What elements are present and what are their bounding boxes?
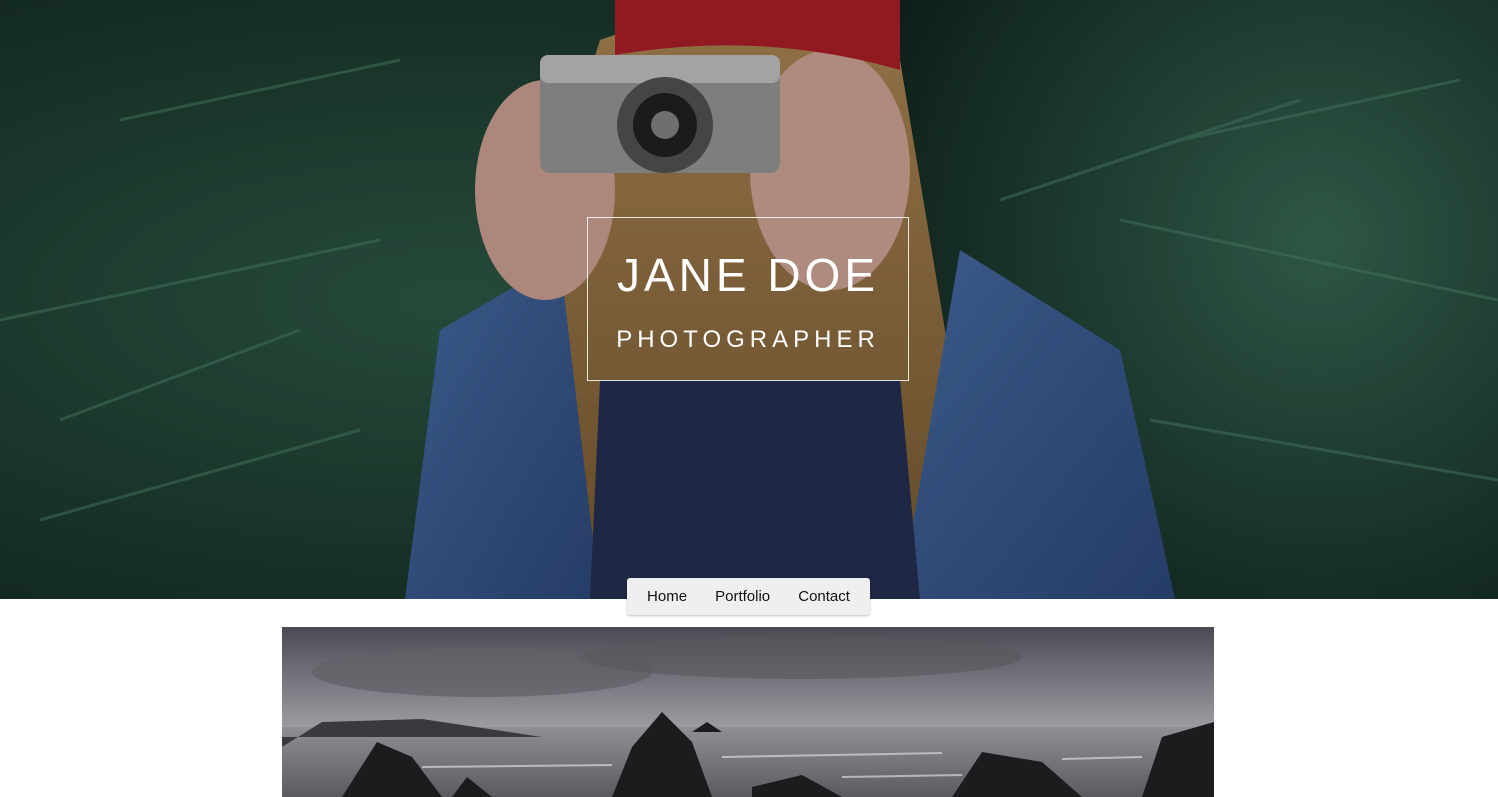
hero-title-box: JANE DOE PHOTOGRAPHER [587, 217, 909, 381]
nav-item-portfolio[interactable]: Portfolio [707, 582, 778, 611]
nav-item-contact[interactable]: Contact [790, 582, 858, 611]
main-nav: Home Portfolio Contact [627, 578, 870, 615]
hero-name: JANE DOE [616, 249, 880, 301]
nav-item-home[interactable]: Home [639, 582, 695, 611]
gallery-image [282, 627, 1214, 797]
coastal-rocks-photo [282, 627, 1214, 797]
hero-role: PHOTOGRAPHER [616, 326, 880, 353]
hero-section: JANE DOE PHOTOGRAPHER [0, 0, 1498, 599]
